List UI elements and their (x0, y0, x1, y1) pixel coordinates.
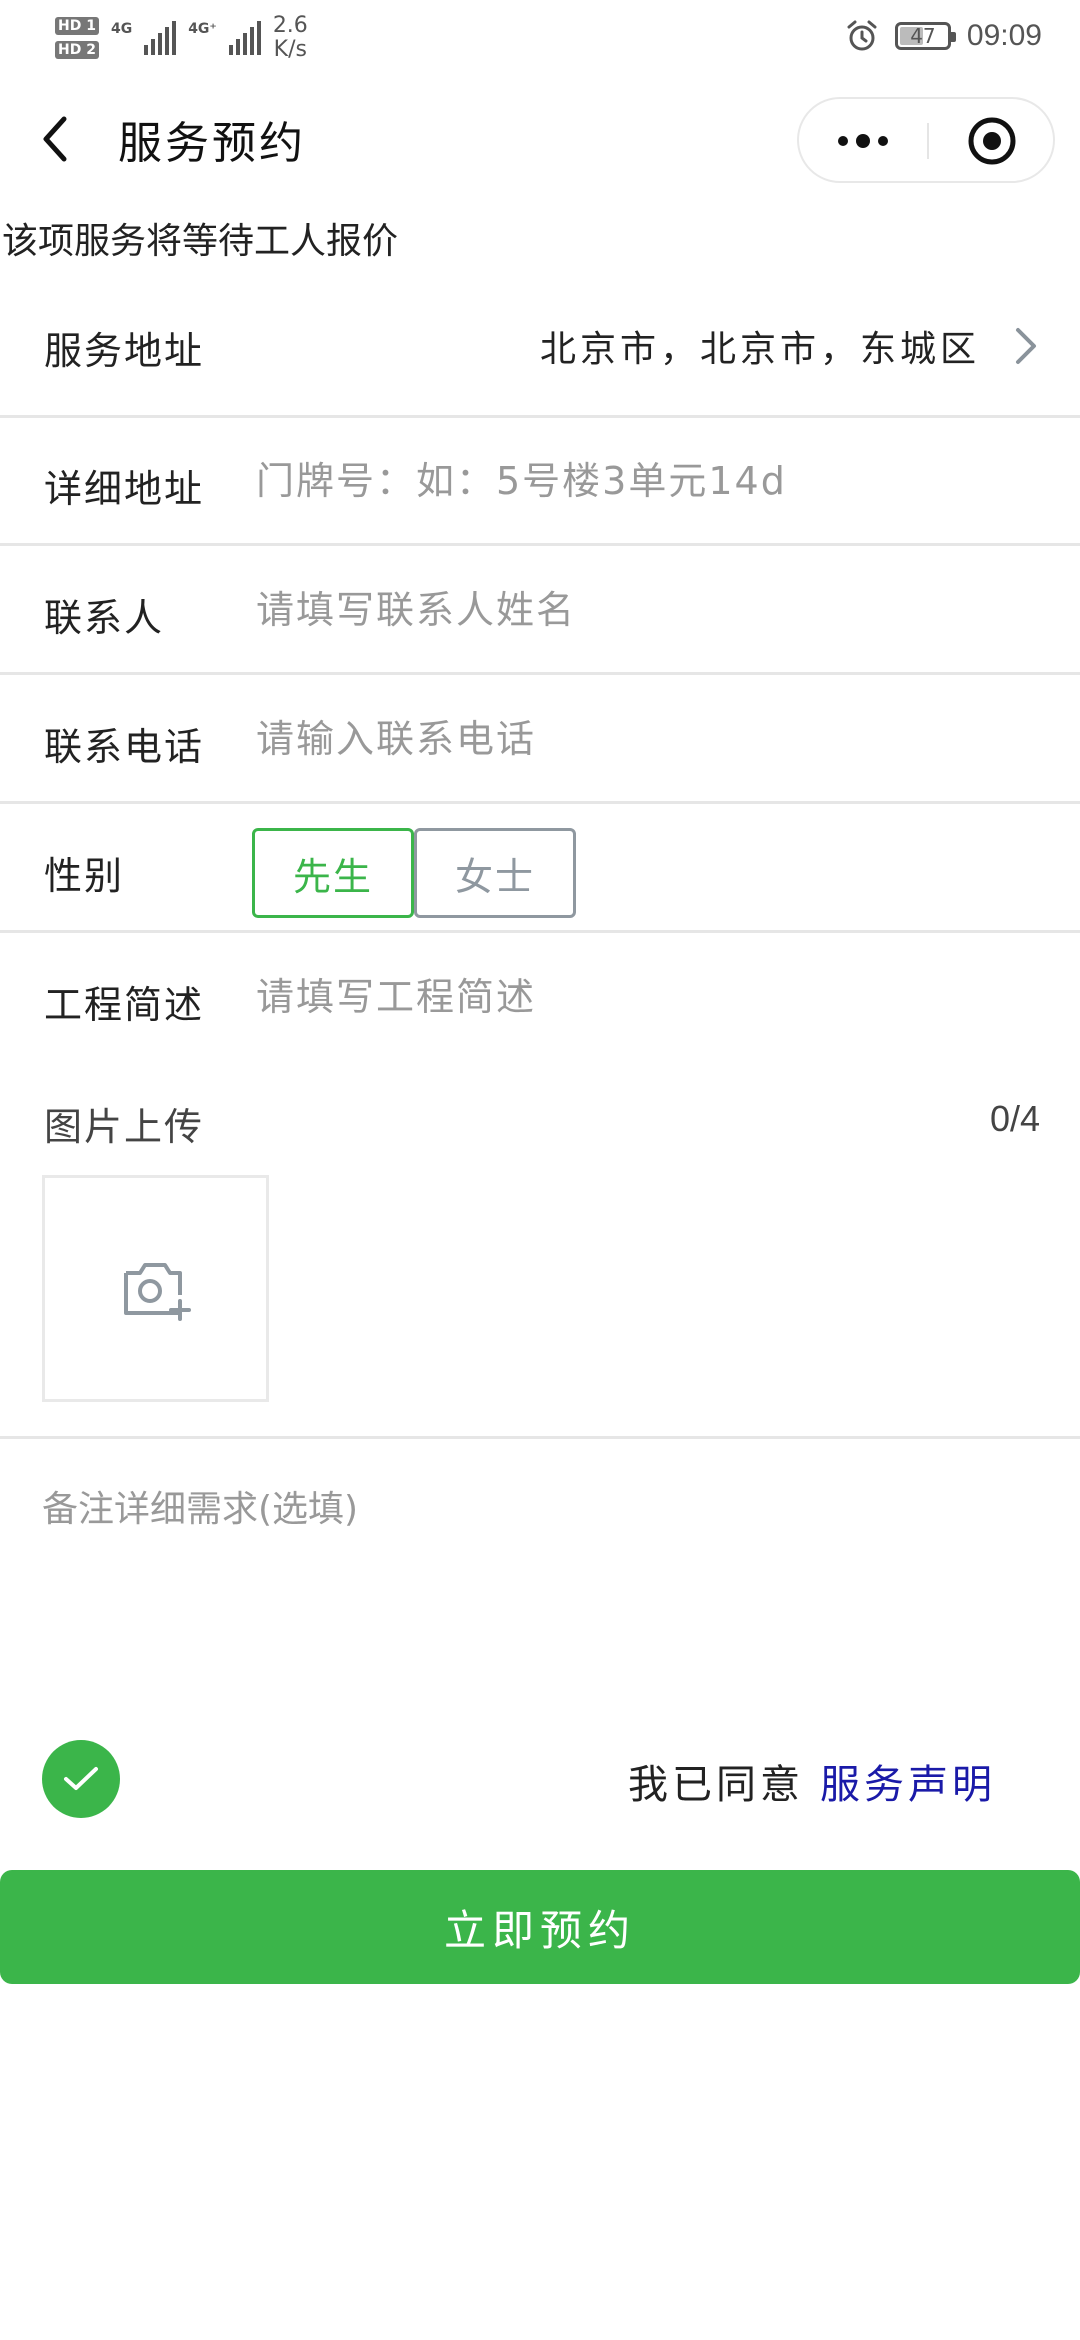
nav-bar: 服务预约 (0, 85, 1080, 195)
sim2-badge: HD 2 (55, 41, 99, 59)
battery-percent: 47 (910, 24, 936, 48)
phone-row: 联系电话 (0, 676, 1080, 804)
target-icon (968, 117, 1016, 165)
speed-value: 2.6 (272, 13, 308, 38)
page-title: 服务预约 (118, 118, 306, 169)
speed-unit: K/s (273, 37, 307, 62)
service-address-value: 北京市，北京市，东城区 (539, 329, 980, 370)
project-label: 工程简述 (44, 983, 205, 1027)
alarm-icon (847, 20, 877, 51)
mini-program-capsule (797, 97, 1055, 183)
phone-label: 联系电话 (44, 725, 205, 769)
network-type-2: 4G⁺ (188, 21, 217, 37)
checkmark-icon (64, 1767, 98, 1790)
camera-add-icon (123, 1262, 191, 1321)
section-divider (0, 1436, 1080, 1439)
service-address-row[interactable]: 服务地址 北京市，北京市，东城区 (0, 280, 1080, 418)
status-right: 47 09:09 (845, 14, 1042, 58)
contact-name-input[interactable] (256, 575, 1046, 645)
book-now-button[interactable]: 立即预约 (0, 1870, 1080, 1984)
signal-icon (228, 21, 261, 55)
status-left: HD 1 HD 2 4G 4G⁺ 2.6 K/s (55, 10, 308, 66)
detail-address-input[interactable] (256, 446, 1046, 516)
signal-icon (144, 21, 177, 55)
contact-row: 联系人 (0, 547, 1080, 675)
detail-address-label: 详细地址 (44, 467, 205, 511)
quote-notice: 该项服务将等待工人报价 (2, 221, 399, 262)
service-statement-link[interactable]: 服务声明 (820, 1752, 996, 1810)
more-button[interactable] (799, 99, 927, 183)
upload-label: 图片上传 (44, 1105, 205, 1149)
remark-textarea[interactable] (42, 1480, 1042, 1680)
sim-indicators: HD 1 HD 2 (55, 17, 99, 59)
agree-checkbox[interactable] (42, 1740, 120, 1818)
detail-address-row: 详细地址 (0, 418, 1080, 546)
gender-female-button[interactable]: 女士 (414, 828, 576, 918)
network-type-1: 4G (110, 21, 133, 37)
image-upload-button[interactable] (42, 1175, 269, 1402)
close-mini-program-button[interactable] (929, 99, 1055, 183)
phone-input[interactable] (256, 704, 1046, 774)
gender-label: 性别 (44, 854, 125, 898)
battery-icon: 47 (894, 22, 956, 50)
agreement-line: 我已同意 服务声明 (628, 1752, 996, 1810)
project-input[interactable] (256, 962, 1046, 1032)
project-row: 工程简述 (0, 934, 1080, 1062)
clock: 09:09 (966, 19, 1042, 52)
upload-count: 0/4 (989, 1098, 1040, 1139)
chevron-right-icon (1016, 328, 1036, 364)
service-address-label: 服务地址 (44, 329, 205, 373)
network-speed: 2.6 K/s (273, 14, 308, 62)
more-dots-icon (838, 134, 888, 148)
back-button[interactable] (36, 111, 84, 167)
sim1-badge: HD 1 (55, 17, 99, 35)
gender-row: 性别 先生 女士 (0, 805, 1080, 933)
agreement-text: 我已同意 (628, 1762, 804, 1808)
contact-label: 联系人 (44, 596, 165, 640)
gender-male-button[interactable]: 先生 (252, 828, 414, 918)
status-bar: HD 1 HD 2 4G 4G⁺ 2.6 K/s 47 09:09 (0, 0, 1080, 75)
chevron-left-icon (43, 116, 67, 162)
